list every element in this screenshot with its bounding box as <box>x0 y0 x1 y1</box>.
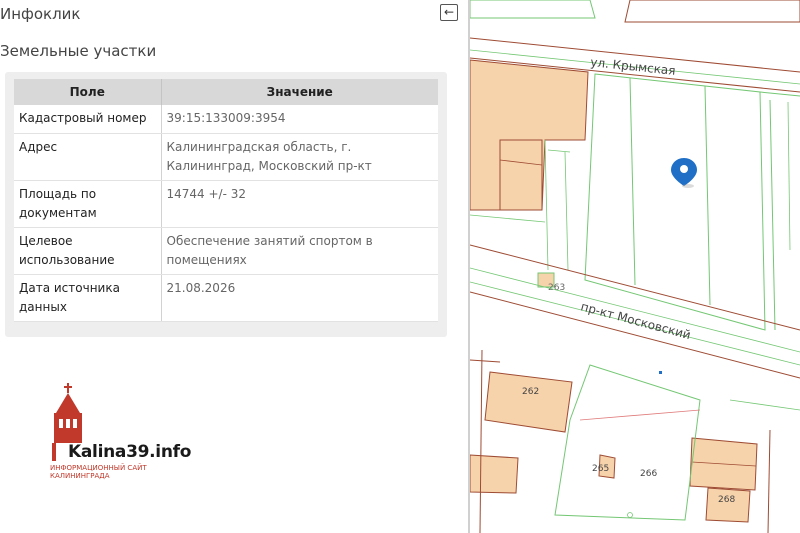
row-key: Площадь по документам <box>14 180 162 228</box>
building-label: 265 <box>592 464 609 474</box>
building-label: 268 <box>718 495 735 505</box>
row-key: Целевое использование <box>14 227 162 275</box>
column-header-value: Значение <box>161 79 438 105</box>
panel-title: Инфоклик <box>0 5 81 23</box>
attributes-table: Поле Значение Кадастровый номер 39:15:13… <box>14 79 438 322</box>
table-row: Адрес Калининградская область, г. Калини… <box>14 133 438 181</box>
building-label: 266 <box>640 469 657 479</box>
logo-subtitle: ИНФОРМАЦИОННЫЙ САЙТ <box>50 464 147 472</box>
row-value: 14744 +/- 32 <box>161 180 438 228</box>
row-value: 21.08.2026 <box>161 274 438 322</box>
attributes-card: Поле Значение Кадастровый номер 39:15:13… <box>5 72 447 337</box>
row-key: Адрес <box>14 133 162 181</box>
table-header-row: Поле Значение <box>14 79 438 105</box>
column-header-field: Поле <box>14 79 162 105</box>
infoclick-panel: Инфоклик ← Земельные участки Поле Значен… <box>0 0 470 533</box>
table-row: Целевое использование Обеспечение заняти… <box>14 227 438 275</box>
logo-subtitle: КАЛИНИНГРАДА <box>50 472 110 480</box>
arrow-left-icon: ← <box>443 5 455 19</box>
logo-name: Kalina39.info <box>68 442 192 462</box>
cadastral-map[interactable]: ул. Крымская 263 пр-кт Московский 262 26… <box>470 0 800 533</box>
row-value: 39:15:133009:3954 <box>161 105 438 134</box>
collapse-panel-button[interactable]: ← <box>440 4 458 21</box>
table-row: Площадь по документам 14744 +/- 32 <box>14 180 438 228</box>
row-value: Обеспечение занятий спортом в помещениях <box>161 227 438 275</box>
table-row: Кадастровый номер 39:15:133009:3954 <box>14 105 438 134</box>
map-canvas[interactable]: ул. Крымская 263 пр-кт Московский 262 26… <box>470 0 800 533</box>
row-key: Дата источника данных <box>14 274 162 322</box>
section-title: Земельные участки <box>0 42 157 60</box>
row-key: Кадастровый номер <box>14 105 162 134</box>
row-value: Калининградская область, г. Калининград,… <box>161 133 438 181</box>
table-row: Дата источника данных 21.08.2026 <box>14 274 438 322</box>
building-label: 262 <box>522 387 539 397</box>
